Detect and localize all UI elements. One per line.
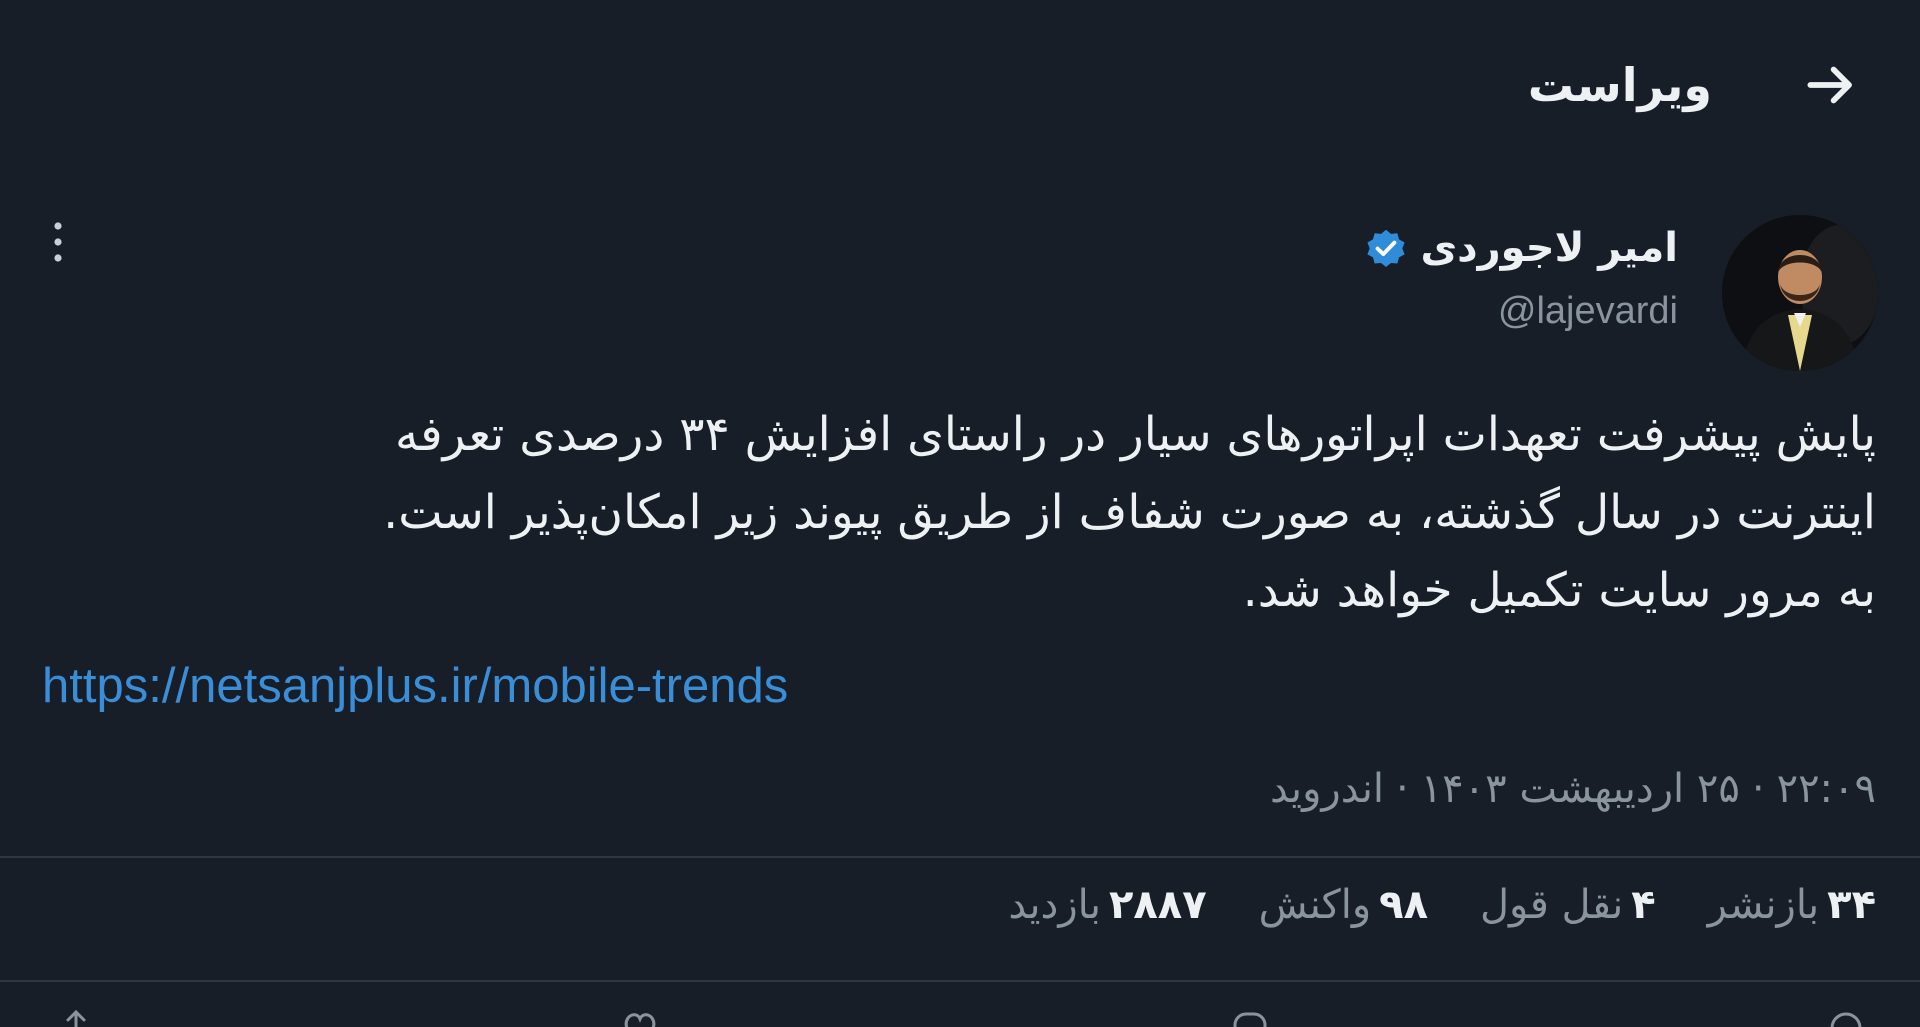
stat-views[interactable]: ۲۸۸۷بازدید: [1008, 882, 1206, 928]
retweet-icon: [1830, 1012, 1862, 1027]
divider: [0, 980, 1920, 982]
verified-badge-icon[interactable]: [1362, 224, 1410, 272]
retweet-button[interactable]: [1826, 1008, 1866, 1027]
author-name[interactable]: امیر لاجوردی: [1420, 225, 1678, 271]
arrow-right-icon: [1807, 66, 1852, 104]
reply-icon: [1233, 1012, 1267, 1027]
meta-separator: ·: [1751, 766, 1765, 812]
like-button[interactable]: [620, 1008, 660, 1027]
more-vertical-icon: [54, 222, 62, 262]
tweet-source[interactable]: اندروید: [1270, 766, 1384, 812]
author-handle[interactable]: @lajevardi: [1362, 290, 1678, 333]
stat-number: ۳۴: [1827, 882, 1876, 928]
stat-number: ۲۸۸۷: [1108, 882, 1207, 928]
share-icon: [66, 1009, 86, 1027]
stat-label: نقل قول: [1479, 882, 1624, 928]
stat-reactions[interactable]: ۹۸واکنش: [1259, 882, 1428, 928]
share-button[interactable]: [56, 1008, 96, 1027]
tweet-time: ۲۲:۰۹: [1776, 766, 1876, 812]
stat-number: ۹۸: [1379, 882, 1428, 928]
meta-separator: ·: [1395, 766, 1409, 812]
tweet-date: ۲۵ اردیبهشت ۱۴۰۳: [1420, 766, 1740, 812]
avatar[interactable]: [1722, 215, 1878, 371]
page-title: ویراست: [1527, 58, 1712, 112]
tweet-detail-page: ویراست امیر لاجوردی @lajevardi پایش پیشر…: [0, 0, 1920, 1027]
tweet-meta: ۲۲:۰۹·۲۵ اردیبهشت ۱۴۰۳·اندروید: [1270, 766, 1876, 812]
more-options-button[interactable]: [28, 212, 88, 272]
tweet-stats: ۳۴بازنشر ۴نقل قول ۹۸واکنش ۲۸۸۷بازدید: [1008, 882, 1876, 928]
stat-label: واکنش: [1258, 882, 1372, 928]
stat-label: بازنشر: [1707, 882, 1820, 928]
author-name-row: امیر لاجوردی: [1362, 220, 1678, 276]
stat-quotes[interactable]: ۴نقل قول: [1480, 882, 1656, 928]
reply-button[interactable]: [1230, 1008, 1270, 1027]
stat-number: ۴: [1631, 882, 1656, 928]
tweet-text: پایش پیشرفت تعهدات اپراتورهای سیار در را…: [116, 396, 1876, 630]
stat-label: بازدید: [1008, 882, 1101, 928]
author-info: امیر لاجوردی @lajevardi: [1362, 220, 1678, 333]
tweet-link[interactable]: https://netsanjplus.ir/mobile-trends: [42, 658, 788, 714]
tweet-line: اینترنت در سال گذشته، به صورت شفاف از طر…: [383, 485, 1876, 540]
divider: [0, 856, 1920, 858]
stat-reposts[interactable]: ۳۴بازنشر: [1708, 882, 1876, 928]
page-header: ویراست: [1528, 40, 1872, 130]
action-bar: [0, 1008, 1920, 1027]
heart-icon: [624, 1013, 656, 1027]
avatar-image: [1722, 215, 1878, 371]
back-button[interactable]: [1790, 44, 1872, 126]
tweet-line: پایش پیشرفت تعهدات اپراتورهای سیار در را…: [394, 407, 1876, 462]
tweet-line: به مرور سایت تکمیل خواهد شد.: [1242, 563, 1876, 618]
